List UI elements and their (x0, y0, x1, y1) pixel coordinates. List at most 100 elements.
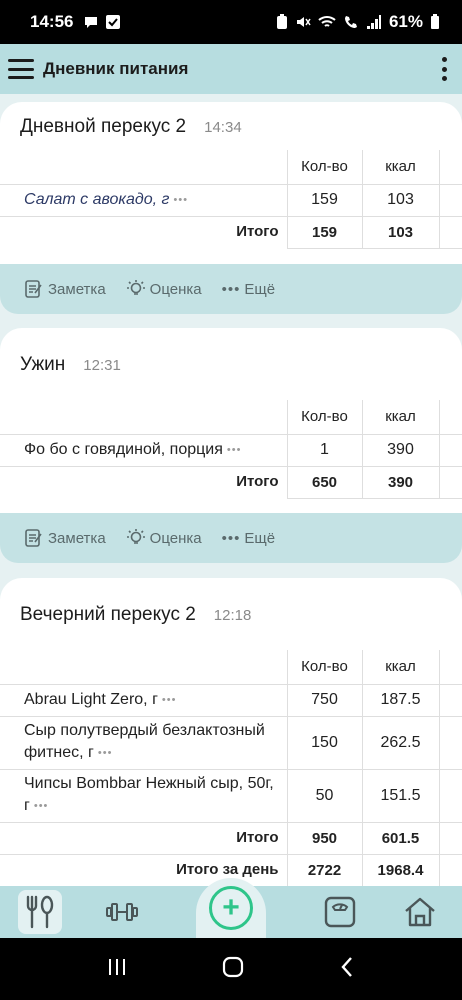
food-name: Сыр полутвердый безлактозный фитнес, г (24, 722, 265, 762)
meal-table: Кол-во ккал Фо бо с говядиной, порция •••… (0, 400, 462, 499)
total-row: Итого 650 390 (0, 466, 462, 499)
total-row: Итого 950 601.5 (0, 822, 462, 855)
table-row[interactable]: Салат с авокадо, г ••• 159 103 (0, 184, 462, 217)
column-qty: Кол-во (286, 400, 362, 435)
more-dots-icon[interactable]: ••• (227, 444, 242, 456)
food-kcal: 103 (361, 184, 439, 217)
meal-title: Ужин (20, 354, 66, 375)
more-button[interactable]: ••• Ещё (222, 281, 275, 298)
food-qty: 159 (286, 184, 362, 217)
food-name: Фо бо с говядиной, порция (24, 441, 223, 459)
menu-icon[interactable] (8, 59, 34, 79)
food-name: Abrau Light Zero, г (24, 691, 158, 709)
note-icon (25, 280, 42, 298)
column-qty: Кол-во (286, 150, 362, 185)
food-qty: 50 (286, 769, 362, 823)
bottom-nav: + (0, 878, 462, 938)
scale-icon (324, 896, 356, 928)
status-bar: 14:56 61% (0, 0, 462, 44)
meal-card: Дневной перекус 2 14:34 Кол-во ккал Сала… (0, 102, 462, 264)
more-button[interactable]: ••• Ещё (222, 530, 275, 547)
total-qty: 159 (286, 216, 362, 249)
meal-card: Ужин 12:31 Кол-во ккал Фо бо с говядиной… (0, 328, 462, 513)
total-label: Итого (236, 473, 279, 491)
total-row: Итого 159 103 (0, 216, 462, 249)
note-button[interactable]: Заметка (24, 528, 106, 548)
more-dots-icon[interactable]: ••• (173, 194, 188, 206)
diary-icon (26, 895, 54, 929)
more-dots-icon[interactable]: ••• (34, 800, 49, 812)
table-row[interactable]: Abrau Light Zero, г ••• 750 187.5 (0, 684, 462, 717)
add-icon[interactable]: + (209, 886, 253, 930)
status-time: 14:56 (30, 12, 74, 31)
more-dots-icon[interactable]: ••• (162, 694, 177, 706)
total-label: Итого (0, 822, 287, 855)
meal-header[interactable]: Вечерний перекус 2 12:18 (0, 578, 462, 650)
table-header-row: Кол-во ккал (0, 150, 462, 185)
nav-scale[interactable] (318, 890, 362, 934)
more-options-icon[interactable] (434, 55, 454, 83)
check-icon (106, 15, 121, 29)
wifi-icon (318, 16, 336, 27)
column-kcal: ккал (361, 650, 439, 685)
table-header-row: Кол-во ккал (0, 400, 462, 435)
system-icons: 61% (276, 12, 440, 32)
rating-button[interactable]: Оценка (126, 528, 202, 548)
rating-button[interactable]: Оценка (126, 279, 202, 299)
meal-header[interactable]: Ужин 12:31 (0, 328, 462, 400)
column-qty: Кол-во (286, 650, 362, 685)
food-qty: 1 (286, 434, 362, 467)
food-kcal: 262.5 (361, 716, 439, 770)
lightbulb-icon (126, 280, 145, 295)
table-row[interactable]: Фо бо с говядиной, порция ••• 1 390 (0, 434, 462, 467)
nav-diary[interactable] (18, 890, 62, 934)
meal-time: 12:31 (83, 356, 121, 374)
food-name: Чипсы Bombbar Нежный сыр, 50г, г (24, 775, 274, 815)
meal-time: 12:18 (213, 606, 252, 624)
page-title: Дневник питания (43, 59, 189, 78)
food-qty: 750 (286, 684, 362, 717)
meal-table: Кол-во ккал Abrau Light Zero, г ••• 750 1… (0, 650, 462, 886)
mute-icon (296, 17, 311, 27)
meal-header[interactable]: Дневной перекус 2 14:34 (0, 102, 462, 150)
nav-home[interactable] (398, 890, 442, 934)
column-kcal: ккал (361, 400, 439, 435)
diary-content[interactable]: Дневной перекус 2 14:34 Кол-во ккал Сала… (0, 94, 462, 886)
food-kcal: 187.5 (361, 684, 439, 717)
nav-workout[interactable] (100, 890, 144, 934)
food-kcal: 151.5 (361, 769, 439, 823)
chat-icon (85, 17, 98, 28)
total-label: Итого (236, 223, 279, 241)
recents-icon[interactable] (106, 956, 128, 983)
home-button-icon[interactable] (221, 955, 245, 984)
food-name: Салат с авокадо, г (24, 191, 170, 209)
total-qty: 950 (286, 822, 362, 855)
more-dots-icon[interactable]: ••• (98, 747, 113, 759)
table-row[interactable]: Чипсы Bombbar Нежный сыр, 50г, г ••• 50 1… (0, 769, 462, 823)
food-kcal: 390 (361, 434, 439, 467)
table-row[interactable]: Сыр полутвердый безлактозный фитнес, г ••… (0, 716, 462, 770)
meal-actions: Заметка Оценка ••• Ещё (0, 264, 462, 314)
app-bar: Дневник питания (0, 44, 462, 94)
day-total-qty: 2722 (286, 854, 362, 886)
note-icon (25, 529, 42, 547)
note-button[interactable]: Заметка (24, 279, 106, 299)
total-qty: 650 (286, 466, 362, 499)
table-header-row: Кол-во ккал (0, 650, 462, 685)
workout-icon (106, 903, 138, 921)
total-kcal: 103 (361, 216, 439, 249)
meal-title: Дневной перекус 2 (20, 116, 187, 137)
dots-icon: ••• (221, 280, 241, 298)
home-icon (405, 897, 435, 927)
dots-icon: ••• (221, 529, 241, 547)
notification-icons (83, 14, 121, 30)
meal-actions: Заметка Оценка ••• Ещё (0, 513, 462, 563)
day-total-kcal: 1968.4 (361, 854, 439, 886)
back-icon[interactable] (338, 955, 356, 984)
system-nav-bar (0, 938, 462, 1000)
battery-icon (431, 14, 439, 29)
meal-card: Вечерний перекус 2 12:18 Кол-во ккал Abr… (0, 578, 462, 886)
lightbulb-icon (126, 529, 145, 544)
meal-time: 14:34 (204, 118, 242, 136)
meal-table: Кол-во ккал Салат с авокадо, г ••• 159 10… (0, 150, 462, 249)
